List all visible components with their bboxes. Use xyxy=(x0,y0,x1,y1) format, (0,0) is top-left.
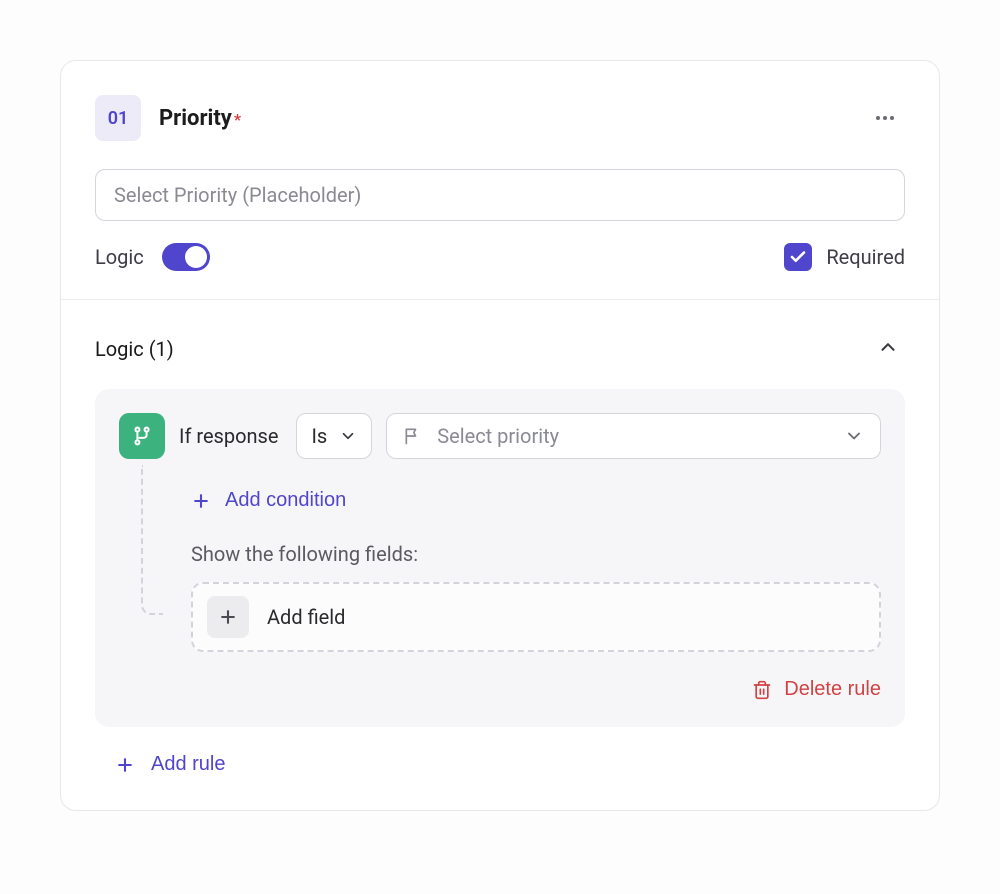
title-row: 01 Priority* xyxy=(95,95,905,141)
card-header: 01 Priority* Select Priority (Placeholde… xyxy=(61,61,939,299)
logic-toggle[interactable] xyxy=(162,243,210,271)
add-field-box[interactable]: Add field xyxy=(191,582,881,652)
add-field-plus-chip xyxy=(207,596,249,638)
add-field-label: Add field xyxy=(267,605,345,629)
rule-branch-icon-wrap xyxy=(119,413,165,459)
trash-icon xyxy=(752,680,772,700)
required-wrap: Required xyxy=(784,243,905,271)
required-star: * xyxy=(234,110,241,129)
add-condition-button[interactable]: Add condition xyxy=(191,489,346,512)
connector-line xyxy=(141,465,163,615)
field-title: Priority xyxy=(159,106,232,131)
rule-box: If response Is Select priority xyxy=(95,389,905,727)
priority-placeholder: Select Priority (Placeholder) xyxy=(114,183,361,207)
show-fields-label: Show the following fields: xyxy=(191,542,881,566)
controls-row: Logic Required xyxy=(95,243,905,271)
chevron-down-icon xyxy=(339,427,357,445)
required-label: Required xyxy=(826,245,905,269)
value-select[interactable]: Select priority xyxy=(386,413,881,459)
priority-select-input[interactable]: Select Priority (Placeholder) xyxy=(95,169,905,221)
operator-value: Is xyxy=(311,424,327,448)
chevron-up-icon xyxy=(877,336,899,358)
logic-section: Logic (1) If response xyxy=(61,300,939,810)
delete-row: Delete rule xyxy=(119,678,881,701)
logic-label: Logic xyxy=(95,245,144,269)
operator-select[interactable]: Is xyxy=(296,413,372,459)
add-rule-label: Add rule xyxy=(151,753,226,776)
check-icon xyxy=(789,248,807,266)
indented-block: Add condition Show the following fields:… xyxy=(177,489,881,652)
plus-icon xyxy=(191,491,211,511)
dots-horizontal-icon xyxy=(873,106,897,130)
logic-section-title: Logic (1) xyxy=(95,337,174,361)
add-rule-button[interactable]: Add rule xyxy=(115,753,226,776)
if-response-label: If response xyxy=(179,424,278,448)
field-card: 01 Priority* Select Priority (Placeholde… xyxy=(60,60,940,811)
field-number-badge: 01 xyxy=(95,95,141,141)
logic-section-header[interactable]: Logic (1) xyxy=(95,330,905,367)
plus-icon xyxy=(115,755,135,775)
plus-icon xyxy=(218,607,238,627)
field-title-wrap: Priority* xyxy=(159,106,241,131)
collapse-logic-button[interactable] xyxy=(871,330,905,367)
flag-icon xyxy=(403,426,423,446)
required-checkbox[interactable] xyxy=(784,243,812,271)
value-placeholder: Select priority xyxy=(437,424,830,448)
rule-condition-row: If response Is Select priority xyxy=(119,413,881,459)
delete-rule-label: Delete rule xyxy=(784,678,881,701)
field-number: 01 xyxy=(108,108,129,129)
delete-rule-button[interactable]: Delete rule xyxy=(752,678,881,701)
add-condition-label: Add condition xyxy=(225,489,346,512)
more-options-button[interactable] xyxy=(865,98,905,138)
chevron-down-icon xyxy=(844,426,864,446)
branch-icon xyxy=(131,425,153,447)
